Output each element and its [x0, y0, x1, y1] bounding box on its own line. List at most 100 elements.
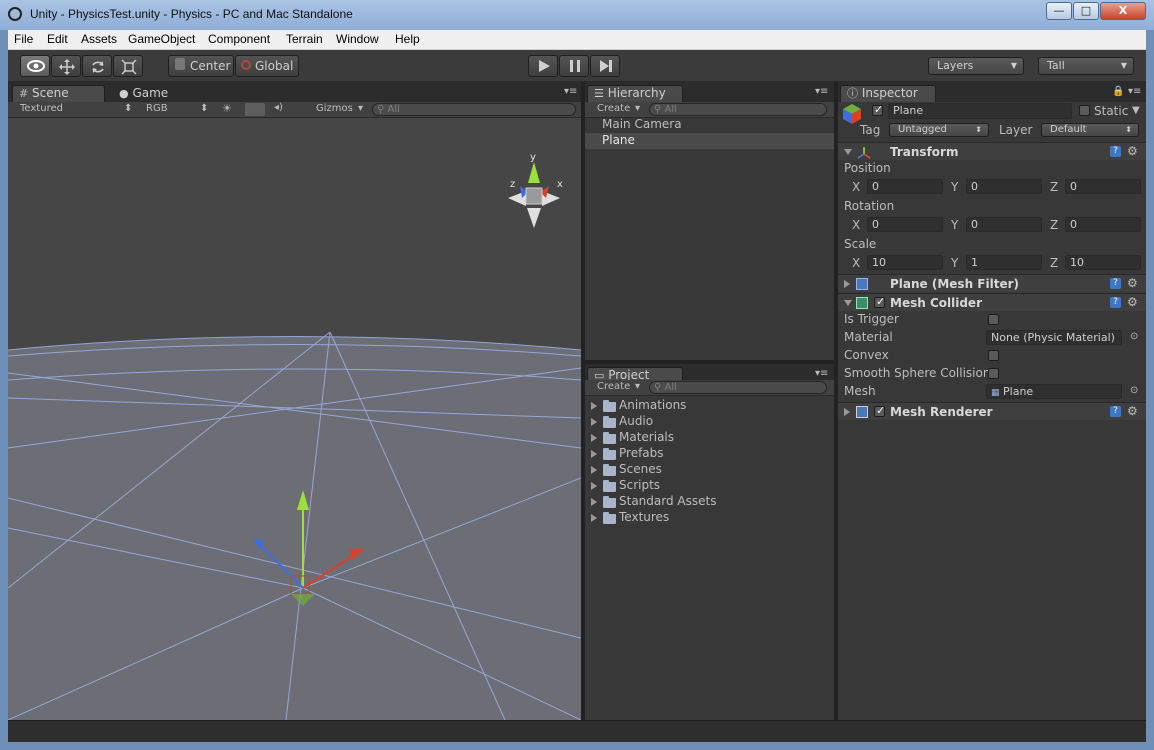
mesh-collider-header[interactable]: ✓ Mesh Collider ? ⚙ [838, 293, 1146, 311]
object-name-input[interactable]: Plane [888, 103, 1072, 119]
lock-icon[interactable]: 🔒 [1112, 86, 1124, 97]
scene-viewport[interactable]: y x z [8, 118, 581, 720]
transform-header[interactable]: Transform ? ⚙ [838, 142, 1146, 160]
tab-scene[interactable]: # Scene [12, 85, 105, 102]
menu-edit[interactable]: Edit [47, 32, 68, 46]
window-titlebar[interactable]: Unity - PhysicsTest.unity - Physics - PC… [0, 0, 1154, 30]
layers-dropdown[interactable]: Layers ▼ [928, 57, 1024, 75]
maximize-button[interactable]: □ [1073, 2, 1099, 20]
color-mode-dropdown[interactable]: RGB [146, 103, 168, 114]
rotation-x-field[interactable]: 0 [867, 217, 943, 232]
tab-inspector[interactable]: ⓘ Inspector [840, 85, 936, 102]
layout-dropdown[interactable]: Tall ▼ [1038, 57, 1134, 75]
render-mode-dropdown[interactable]: Textured [20, 103, 63, 114]
folder-item[interactable]: Animations [585, 398, 834, 414]
mesh-renderer-enabled-checkbox[interactable]: ✓ [874, 404, 885, 417]
convex-checkbox[interactable] [988, 350, 999, 361]
expand-arrow-icon[interactable] [591, 418, 597, 426]
mesh-collider-enabled-checkbox[interactable]: ✓ [874, 295, 885, 308]
static-dropdown-arrow-icon[interactable]: ▼ [1132, 105, 1140, 116]
rotation-y-field[interactable]: 0 [966, 217, 1042, 232]
menu-terrain[interactable]: Terrain [286, 32, 323, 46]
expand-arrow-icon[interactable] [591, 466, 597, 474]
hierarchy-create-button[interactable]: Create [597, 103, 630, 114]
object-picker-icon[interactable]: ⊙ [1130, 331, 1138, 342]
menu-gameobject[interactable]: GameObject [128, 32, 195, 46]
step-button[interactable] [590, 55, 620, 77]
help-icon[interactable]: ? [1110, 278, 1121, 289]
view-tool-button[interactable] [20, 55, 50, 77]
smooth-sphere-collision-checkbox[interactable] [988, 368, 999, 379]
mesh-filter-header[interactable]: Plane (Mesh Filter) ? ⚙ [838, 274, 1146, 292]
pause-button[interactable] [559, 55, 589, 77]
folder-item[interactable]: Audio [585, 414, 834, 430]
scene-search-input[interactable]: ⚲ All [372, 103, 576, 116]
gear-icon[interactable]: ⚙ [1127, 295, 1138, 309]
expand-arrow-icon[interactable] [591, 434, 597, 442]
gear-icon[interactable]: ⚙ [1127, 404, 1138, 418]
audio-toggle-icon[interactable]: ◂) [274, 102, 283, 113]
gear-icon[interactable]: ⚙ [1127, 276, 1138, 290]
menu-assets[interactable]: Assets [81, 32, 117, 46]
project-create-button[interactable]: Create [597, 381, 630, 392]
scale-z-field[interactable]: 10 [1065, 255, 1141, 270]
layer-dropdown[interactable]: Default ⬍ [1041, 123, 1139, 137]
object-picker-icon[interactable]: ⊙ [1130, 385, 1138, 396]
menu-help[interactable]: Help [395, 32, 420, 46]
expand-arrow-icon[interactable] [591, 402, 597, 410]
project-search-input[interactable]: ⚲ All [649, 381, 827, 394]
menu-window[interactable]: Window [336, 32, 379, 46]
folder-item[interactable]: Scripts [585, 478, 834, 494]
expand-arrow-icon[interactable] [591, 450, 597, 458]
hierarchy-search-input[interactable]: ⚲ All [649, 103, 827, 116]
position-z-field[interactable]: 0 [1065, 179, 1141, 194]
is-trigger-checkbox[interactable] [988, 314, 999, 325]
panel-menu-icon[interactable]: ▾≡ [815, 86, 828, 97]
rotate-tool-button[interactable] [82, 55, 112, 77]
folder-item[interactable]: Prefabs [585, 446, 834, 462]
move-tool-button[interactable] [51, 55, 81, 77]
gizmos-dropdown[interactable]: Gizmos [316, 103, 353, 114]
scale-y-field[interactable]: 1 [966, 255, 1042, 270]
help-icon[interactable]: ? [1110, 146, 1121, 157]
pivot-global-button[interactable]: Global [235, 55, 299, 77]
position-y-field[interactable]: 0 [966, 179, 1042, 194]
mesh-renderer-header[interactable]: ✓ Mesh Renderer ? ⚙ [838, 402, 1146, 420]
folder-item[interactable]: Textures [585, 510, 834, 526]
position-x-field[interactable]: 0 [867, 179, 943, 194]
folder-item[interactable]: Standard Assets [585, 494, 834, 510]
static-checkbox[interactable] [1079, 105, 1090, 116]
expand-arrow-icon[interactable] [591, 482, 597, 490]
expand-arrow-icon[interactable] [591, 514, 597, 522]
rotation-z-field[interactable]: 0 [1065, 217, 1141, 232]
tab-game[interactable]: ● Game [112, 85, 182, 102]
collapse-arrow-icon[interactable] [844, 300, 852, 306]
panel-menu-icon[interactable]: ▾≡ [564, 86, 577, 97]
menu-file[interactable]: File [14, 32, 33, 46]
hierarchy-item-plane[interactable]: Plane [585, 133, 834, 149]
material-field[interactable]: None (Physic Material) [986, 330, 1122, 345]
expand-arrow-icon[interactable] [844, 408, 850, 416]
expand-arrow-icon[interactable] [591, 498, 597, 506]
folder-item[interactable]: Materials [585, 430, 834, 446]
lighting-toggle-icon[interactable]: ☀ [222, 102, 232, 115]
close-button[interactable]: X [1100, 2, 1146, 20]
panel-menu-icon[interactable]: ▾≡ [815, 368, 828, 379]
panel-menu-icon[interactable]: ▾≡ [1128, 86, 1141, 97]
scale-tool-button[interactable] [113, 55, 143, 77]
help-icon[interactable]: ? [1110, 406, 1121, 417]
tag-dropdown[interactable]: Untagged ⬍ [889, 123, 989, 137]
scale-x-field[interactable]: 10 [867, 255, 943, 270]
collapse-arrow-icon[interactable] [844, 149, 852, 155]
expand-arrow-icon[interactable] [844, 280, 850, 288]
mesh-field[interactable]: ▦ Plane [986, 384, 1122, 399]
pivot-center-button[interactable]: Center [168, 55, 234, 77]
menu-component[interactable]: Component [208, 32, 270, 46]
minimize-button[interactable]: — [1046, 2, 1072, 20]
folder-item[interactable]: Scenes [585, 462, 834, 478]
hierarchy-item-main-camera[interactable]: Main Camera [585, 117, 834, 133]
help-icon[interactable]: ? [1110, 297, 1121, 308]
play-button[interactable] [528, 55, 558, 77]
image-effects-toggle-icon[interactable] [245, 103, 265, 116]
tab-hierarchy[interactable]: ☰ Hierarchy [587, 85, 683, 102]
